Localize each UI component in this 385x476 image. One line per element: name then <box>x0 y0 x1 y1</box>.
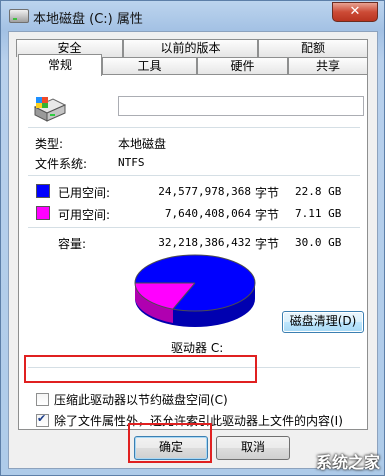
used-space-label: 已用空间: <box>58 186 111 200</box>
disk-cleanup-button[interactable]: 磁盘清理(D) <box>282 311 364 333</box>
divider <box>28 227 360 228</box>
index-contents-label[interactable]: 除了文件属性外，还允许索引此驱动器上文件的内容(I) <box>54 412 343 429</box>
divider <box>28 127 360 128</box>
used-space-unit: 字节 <box>255 186 280 200</box>
drive-name-input[interactable] <box>118 96 364 116</box>
ok-button[interactable]: 确定 <box>134 436 208 460</box>
title-bar[interactable]: 本地磁盘 (C:) 属性 ✕ <box>1 1 384 31</box>
tab-tools[interactable]: 工具 <box>102 57 197 75</box>
free-space-label: 可用空间: <box>58 208 111 222</box>
compress-drive-checkbox[interactable] <box>36 393 49 406</box>
general-tab-panel: 类型: 本地磁盘 文件系统: NTFS 已用空间: 24,577,978,368… <box>18 74 368 430</box>
tab-quota[interactable]: 配额 <box>258 39 368 57</box>
divider <box>28 175 360 176</box>
tab-sharing[interactable]: 共享 <box>288 57 368 75</box>
free-space-size: 7.11 GB <box>295 207 342 220</box>
capacity-bytes: 32,218,386,432 <box>158 236 251 249</box>
dialog-client-area: 安全 以前的版本 配额 常规 工具 硬件 共享 类型: 本地磁盘 文件系统: N… <box>8 31 378 469</box>
cancel-button[interactable]: 取消 <box>216 436 290 460</box>
used-space-swatch <box>36 184 50 198</box>
free-space-unit: 字节 <box>255 208 280 222</box>
free-space-swatch <box>36 206 50 220</box>
capacity-size: 30.0 GB <box>295 236 342 249</box>
divider <box>28 367 360 368</box>
used-space-size: 22.8 GB <box>295 185 342 198</box>
window-title: 本地磁盘 (C:) 属性 <box>33 12 143 27</box>
hard-drive-icon <box>33 97 67 122</box>
compress-drive-label[interactable]: 压缩此驱动器以节约磁盘空间(C) <box>54 391 228 408</box>
free-space-bytes: 7,640,408,064 <box>164 207 251 220</box>
drive-letter-label: 驱动器 C: <box>171 341 224 355</box>
tab-general[interactable]: 常规 <box>18 54 102 76</box>
type-label: 类型: <box>35 137 64 151</box>
used-space-bytes: 24,577,978,368 <box>158 185 251 198</box>
file-system-label: 文件系统: <box>35 157 88 171</box>
type-value: 本地磁盘 <box>118 137 167 151</box>
capacity-label: 容量: <box>58 237 87 251</box>
tab-hardware[interactable]: 硬件 <box>197 57 288 75</box>
properties-window: 本地磁盘 (C:) 属性 ✕ 安全 以前的版本 配额 常规 工具 硬件 共享 类… <box>0 0 385 476</box>
disk-usage-pie <box>134 254 256 327</box>
index-contents-checkbox[interactable] <box>36 412 49 427</box>
capacity-unit: 字节 <box>255 237 280 251</box>
file-system-value: NTFS <box>118 156 145 169</box>
tab-previous-versions[interactable]: 以前的版本 <box>123 39 258 57</box>
close-button[interactable]: ✕ <box>332 2 378 22</box>
drive-icon <box>9 9 29 23</box>
